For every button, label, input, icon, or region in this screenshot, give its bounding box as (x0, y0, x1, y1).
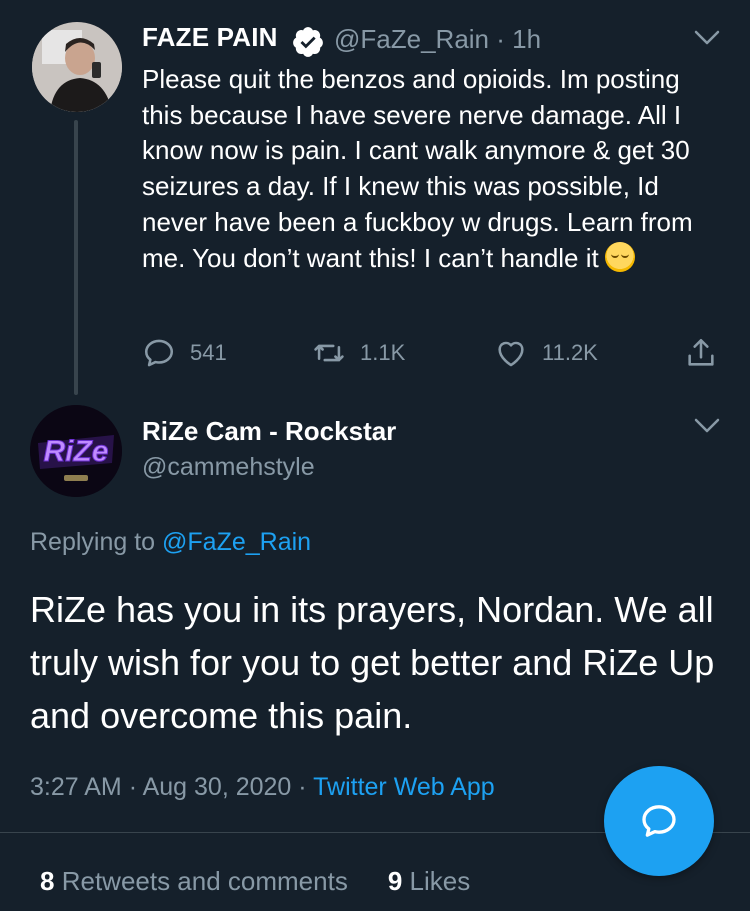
compose-reply-button[interactable] (604, 766, 714, 876)
chevron-down-icon[interactable] (694, 30, 720, 46)
meta-separator: · (128, 773, 138, 801)
reply-text: RiZe has you in its prayers, Nordan. We … (30, 589, 715, 736)
retweets-label: Retweets and comments (61, 866, 348, 896)
replying-prefix: Replying to (30, 528, 156, 556)
rize-logo-text: RiZe (43, 435, 108, 468)
avatar-rize-cam[interactable]: RiZe (30, 405, 122, 497)
likes-count: 9 (387, 866, 403, 896)
replying-to: Replying to @FaZe_Rain (30, 528, 311, 557)
reply-count: 541 (190, 340, 227, 365)
retweets-stat[interactable]: 8 Retweets and comments (40, 866, 348, 897)
reply-bubble-icon (642, 805, 676, 837)
reply-author-name[interactable]: RiZe Cam - Rockstar (142, 416, 396, 447)
time-separator: · (496, 24, 505, 54)
like-count: 11.2K (542, 340, 598, 365)
retweet-action[interactable]: 1.1K (312, 336, 405, 370)
heart-icon (498, 341, 524, 367)
tweet-timestamp[interactable]: 3:27 AM (30, 773, 122, 801)
retweet-count: 1.1K (360, 340, 406, 365)
reply-icon (144, 339, 174, 367)
tweet-text: Please quit the benzos and opioids. Im p… (142, 62, 712, 276)
thread-line (74, 120, 78, 395)
likes-label: Likes (409, 866, 471, 896)
author-name[interactable]: FAZE PAIN (142, 22, 278, 53)
meta-separator: · (298, 773, 307, 801)
tweet-source[interactable]: Twitter Web App (313, 773, 495, 801)
like-action[interactable]: 11.2K (494, 336, 598, 370)
likes-stat[interactable]: 9 Likes (388, 866, 470, 897)
tweet-date[interactable]: Aug 30, 2020 (143, 773, 292, 801)
share-icon (688, 338, 714, 366)
tweet-stats: 8 Retweets and comments 9 Likes (40, 866, 470, 897)
avatar-photo (32, 22, 122, 112)
verified-badge-icon (293, 27, 323, 57)
tweet-body: Please quit the benzos and opioids. Im p… (142, 64, 693, 273)
chevron-down-icon[interactable] (694, 418, 720, 434)
reply-action[interactable]: 541 (142, 336, 227, 370)
reply-author-handle[interactable]: @cammehstyle (142, 453, 315, 482)
tweet-time[interactable]: 1h (512, 24, 541, 54)
rize-logo: RiZe (30, 405, 122, 497)
share-action[interactable] (684, 336, 718, 370)
author-handle[interactable]: @FaZe_Rain (334, 24, 489, 54)
retweets-count: 8 (40, 866, 55, 896)
tweet-meta: 3:27 AM · Aug 30, 2020 · Twitter Web App (30, 773, 495, 802)
pensive-face-icon (604, 241, 635, 272)
replying-to-handle[interactable]: @FaZe_Rain (162, 528, 311, 556)
retweet-icon (314, 344, 344, 362)
author-handle-time: @FaZe_Rain · 1h (334, 24, 541, 55)
avatar-faze-pain[interactable] (32, 22, 122, 112)
